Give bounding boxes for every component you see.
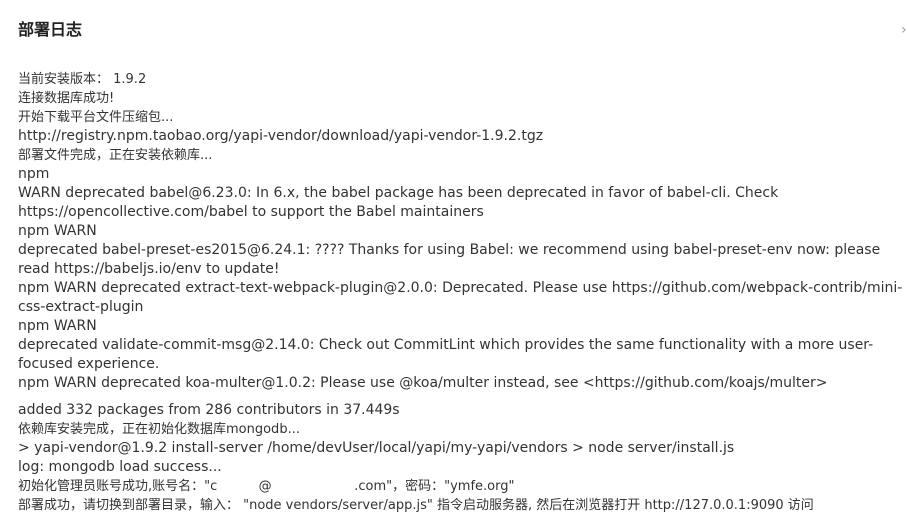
modal-title: 部署日志 — [18, 20, 83, 39]
log-line: 当前安装版本： 1.9.2 — [18, 72, 147, 87]
log-line: http://registry.npm.taobao.org/yapi-vend… — [18, 128, 544, 144]
log-line: deprecated babel-preset-es2015@6.24.1: ?… — [18, 242, 885, 277]
log-line: 初始化管理员账号成功,账号名："c @ .com"，密码："ymfe.org" — [18, 479, 515, 494]
modal-header: 部署日志 — [18, 18, 82, 44]
log-line: > yapi-vendor@1.9.2 install-server /home… — [18, 440, 735, 456]
log-line: 部署文件完成，正在安装依赖库... — [18, 148, 213, 163]
log-line: 依赖库安装完成，正在初始化数据库mongodb... — [18, 422, 300, 437]
log-line: npm — [18, 166, 50, 182]
log-line: 开始下载平台文件压缩包... — [18, 110, 174, 125]
close-icon[interactable]: › — [901, 22, 907, 38]
deploy-log-output: 当前安装版本： 1.9.2 连接数据库成功! 开始下载平台文件压缩包... http:… — [18, 70, 903, 515]
log-line: log: mongodb load success... — [18, 459, 222, 475]
log-line: 连接数据库成功! — [18, 91, 115, 106]
log-line: npm WARN deprecated extract-text-webpack… — [18, 280, 903, 315]
deploy-log-modal: 部署日志 › 当前安装版本： 1.9.2 连接数据库成功! 开始下载平台文件压缩包.… — [0, 0, 907, 530]
log-line: 部署成功，请切换到部署目录，输入： "node vendors/server/a… — [18, 498, 814, 513]
log-line: npm WARN — [18, 223, 97, 239]
log-line: npm WARN — [18, 318, 97, 334]
log-line: deprecated validate-commit-msg@2.14.0: C… — [18, 337, 874, 372]
log-line: WARN deprecated babel@6.23.0: In 6.x, th… — [18, 185, 783, 220]
log-line: added 332 packages from 286 contributors… — [18, 402, 400, 418]
log-line: npm WARN deprecated koa-multer@1.0.2: Pl… — [18, 375, 828, 391]
